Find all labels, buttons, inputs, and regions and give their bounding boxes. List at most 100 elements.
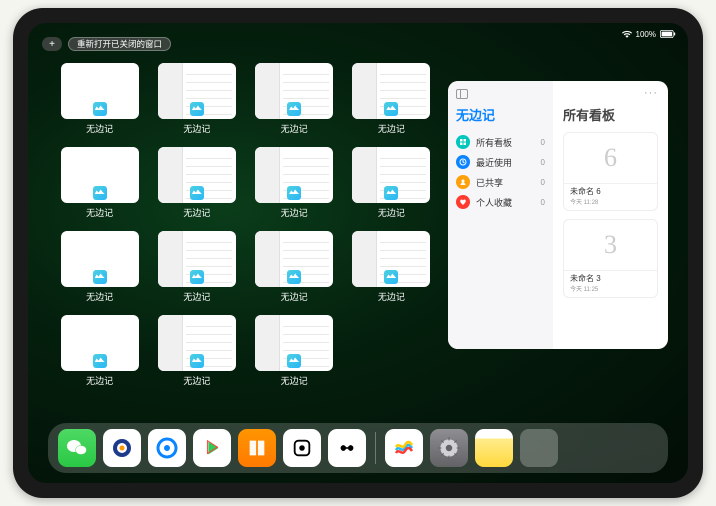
add-window-button[interactable]: + (42, 37, 62, 51)
dock-app-tencent-video[interactable] (103, 429, 141, 467)
board-name: 未命名 6 (570, 186, 651, 197)
window-thumbnail[interactable]: 无边记 (155, 63, 238, 135)
window-thumbnail[interactable]: 无边记 (58, 147, 141, 219)
window-thumbnail[interactable]: 无边记 (58, 231, 141, 303)
thumbnail-label: 无边记 (378, 206, 405, 219)
freeform-app-icon (384, 270, 398, 284)
window-thumbnail[interactable]: 无边记 (253, 315, 336, 387)
thumbnail-preview (61, 147, 139, 203)
window-thumbnail[interactable]: 无边记 (253, 147, 336, 219)
window-thumbnail[interactable]: 无边记 (155, 315, 238, 387)
window-thumbnail[interactable]: 无边记 (350, 147, 433, 219)
sidebar-nav-item[interactable]: 个人收藏0 (456, 192, 545, 212)
thumbnail-preview (158, 63, 236, 119)
nav-label: 已共享 (476, 176, 503, 189)
freeform-app-icon (190, 186, 204, 200)
sidebar-toggle-icon[interactable] (456, 89, 468, 99)
thumbnail-label: 无边记 (378, 290, 405, 303)
dock-app-wechat[interactable] (58, 429, 96, 467)
reopen-label: 重新打开已关闭的窗口 (77, 38, 162, 50)
freeform-app-icon (93, 354, 107, 368)
freeform-app-icon (287, 186, 301, 200)
freeform-app-icon (93, 270, 107, 284)
thumbnail-label: 无边记 (281, 206, 308, 219)
plus-icon: + (49, 39, 55, 50)
freeform-app-icon (190, 354, 204, 368)
thumbnail-label: 无边记 (378, 122, 405, 135)
thumbnail-label: 无边记 (183, 122, 210, 135)
thumbnail-preview (255, 147, 333, 203)
dock-app-freeform[interactable] (385, 429, 423, 467)
more-button[interactable]: ··· (644, 87, 658, 99)
window-thumbnail[interactable]: 无边记 (58, 63, 141, 135)
thumbnail-label: 无边记 (183, 206, 210, 219)
thumbnail-preview (352, 63, 430, 119)
thumbnail-label: 无边记 (183, 374, 210, 387)
freeform-app-icon (190, 102, 204, 116)
dock-app-settings[interactable] (430, 429, 468, 467)
nav-count: 0 (541, 138, 545, 147)
dock-recents-folder[interactable] (520, 429, 558, 467)
freeform-app-icon (93, 186, 107, 200)
board-preview: 3 (564, 220, 657, 270)
window-thumbnail[interactable]: 无边记 (155, 231, 238, 303)
nav-label: 最近使用 (476, 156, 512, 169)
thumbnail-label: 无边记 (86, 290, 113, 303)
panel-title: 无边记 (456, 105, 545, 124)
dock-app-social[interactable] (328, 429, 366, 467)
freeform-app-icon (190, 270, 204, 284)
freeform-app-icon (287, 354, 301, 368)
people-icon (456, 175, 470, 189)
window-thumbnail[interactable]: 无边记 (253, 231, 336, 303)
clock-icon (456, 155, 470, 169)
top-controls: + 重新打开已关闭的窗口 (42, 37, 171, 51)
dock-app-video-player[interactable] (193, 429, 231, 467)
sidebar-nav-item[interactable]: 最近使用 0 (456, 152, 545, 172)
freeform-app-icon (93, 102, 107, 116)
nav-label: 所有看板 (476, 136, 512, 149)
reopen-closed-button[interactable]: 重新打开已关闭的窗口 (68, 37, 171, 51)
sidebar-nav-item[interactable]: 已共享 0 (456, 172, 545, 192)
nav-count: 0 (541, 178, 545, 187)
window-thumbnail[interactable]: 无边记 (58, 315, 141, 387)
window-thumbnail[interactable]: 无边记 (350, 231, 433, 303)
heart-icon (456, 195, 470, 209)
thumbnail-preview (158, 315, 236, 371)
board-card[interactable]: 3未命名 3今天 11:25 (563, 219, 658, 298)
thumbnail-preview (158, 231, 236, 287)
dock-separator (375, 432, 376, 464)
dock-app-books[interactable] (238, 429, 276, 467)
board-name: 未命名 3 (570, 273, 651, 284)
window-thumbnail[interactable]: 无边记 (253, 63, 336, 135)
screen: 100% + 重新打开已关闭的窗口 无边记无边记无边记无边记无边记无边记无边记无… (28, 23, 688, 483)
thumbnail-label: 无边记 (281, 290, 308, 303)
battery-icon (660, 30, 676, 38)
freeform-panel: 无边记 所有看板0最近使用0已共享0个人收藏0 ··· 所有看板 6未命名 6今… (448, 81, 668, 349)
panel-sidebar: 无边记 所有看板 0 最近使用 0 已共享 0 个人收藏0 (448, 81, 553, 349)
board-card[interactable]: 6未命名 6今天 11:28 (563, 132, 658, 211)
dock-app-game[interactable] (283, 429, 321, 467)
dock-app-notes[interactable] (475, 429, 513, 467)
board-preview: 6 (564, 133, 657, 183)
dock (48, 423, 668, 473)
window-thumbnail[interactable]: 无边记 (350, 63, 433, 135)
thumbnail-label: 无边记 (183, 290, 210, 303)
nav-count: 0 (541, 158, 545, 167)
panel-right-title: 所有看板 (563, 105, 658, 124)
thumbnail-label: 无边记 (86, 206, 113, 219)
sidebar-nav-item[interactable]: 所有看板 0 (456, 132, 545, 152)
board-meta: 今天 11:28 (570, 197, 651, 206)
thumbnail-preview (255, 63, 333, 119)
dock-app-qq-browser[interactable] (148, 429, 186, 467)
freeform-app-icon (287, 270, 301, 284)
thumbnail-preview (352, 147, 430, 203)
board-meta: 今天 11:25 (570, 284, 651, 293)
thumbnail-preview (61, 315, 139, 371)
thumbnail-preview (352, 231, 430, 287)
board-info: 未命名 3今天 11:25 (564, 270, 657, 297)
grid-icon (456, 135, 470, 149)
thumbnail-label: 无边记 (86, 122, 113, 135)
window-thumbnail[interactable]: 无边记 (155, 147, 238, 219)
panel-content: ··· 所有看板 6未命名 6今天 11:283未命名 3今天 11:25 (553, 81, 668, 349)
board-info: 未命名 6今天 11:28 (564, 183, 657, 210)
